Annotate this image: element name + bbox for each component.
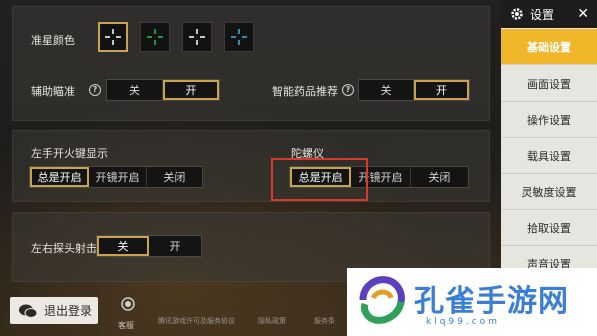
smart-meds-label: 智能药品推荐: [272, 85, 338, 98]
smart-meds-on[interactable]: 开: [413, 80, 469, 100]
left-fire-scope[interactable]: 开镜开启: [89, 167, 147, 187]
customer-service-icon[interactable]: [117, 296, 139, 316]
reticle-swatch-white[interactable]: [98, 22, 128, 52]
smart-meds-toggle: 关 开: [358, 79, 470, 101]
gyroscope-highlight-box: [271, 158, 368, 201]
close-icon[interactable]: ✕: [577, 6, 589, 22]
aim-assist-off[interactable]: 关: [107, 80, 163, 100]
sidebar-item-controls[interactable]: 操作设置: [501, 102, 597, 138]
gear-icon: [511, 8, 523, 20]
crosshair-icon: [231, 29, 247, 45]
watermark-url: klq99.com: [426, 317, 500, 327]
left-fire-label: 左手开火键显示: [31, 147, 108, 160]
left-fire-off[interactable]: 关闭: [147, 167, 202, 187]
aim-assist-toggle: 关 开: [106, 79, 220, 101]
watermark-text: 孔雀手游网: [414, 284, 569, 319]
sidebar-item-graphics[interactable]: 画面设置: [501, 66, 597, 102]
peek-fire-label: 左右探头射击: [31, 242, 97, 255]
smart-meds-off[interactable]: 关: [359, 80, 414, 100]
gyroscope-off[interactable]: 关闭: [411, 167, 468, 187]
logout-label: 退出登录: [44, 304, 93, 318]
watermark-logo-icon: [359, 276, 405, 324]
peek-fire-on[interactable]: 开: [149, 236, 201, 256]
customer-service-label[interactable]: 客服: [118, 320, 134, 331]
settings-header: 设置 ✕: [501, 0, 597, 28]
crosshair-icon: [147, 29, 163, 45]
left-fire-always[interactable]: 总是开启: [30, 167, 90, 187]
sidebar-item-pickup[interactable]: 拾取设置: [501, 210, 597, 246]
help-icon[interactable]: ?: [342, 84, 354, 96]
privacy-link[interactable]: 隐私政策: [258, 316, 286, 326]
sidebar-item-sensitivity[interactable]: 灵敏度设置: [501, 174, 597, 210]
crosshair-icon: [189, 29, 205, 45]
aim-assist-label: 辅助瞄准: [31, 85, 75, 98]
reticle-swatch-green[interactable]: [140, 22, 170, 52]
reticle-swatch-white-2[interactable]: [182, 22, 212, 52]
left-fire-options: 总是开启 开镜开启 关闭: [29, 166, 203, 188]
logout-button[interactable]: 退出登录: [10, 297, 98, 324]
sidebar-item-basic[interactable]: 基础设置: [501, 29, 597, 65]
sidebar-item-vehicle[interactable]: 载具设置: [501, 138, 597, 174]
peek-fire-toggle: 关 开: [96, 235, 202, 257]
peek-fire-off[interactable]: 关: [97, 236, 150, 256]
settings-title: 设置: [530, 7, 555, 22]
terms-link[interactable]: 腾讯游戏许可及服务协议: [158, 316, 235, 326]
aim-assist-on[interactable]: 开: [162, 80, 219, 100]
help-icon[interactable]: ?: [89, 84, 101, 96]
reticle-swatch-cyan[interactable]: [224, 22, 254, 52]
reticle-color-label: 准星颜色: [31, 34, 75, 47]
service-link[interactable]: 服务条: [314, 316, 335, 326]
crosshair-icon: [105, 29, 121, 45]
wechat-icon: [19, 304, 38, 318]
